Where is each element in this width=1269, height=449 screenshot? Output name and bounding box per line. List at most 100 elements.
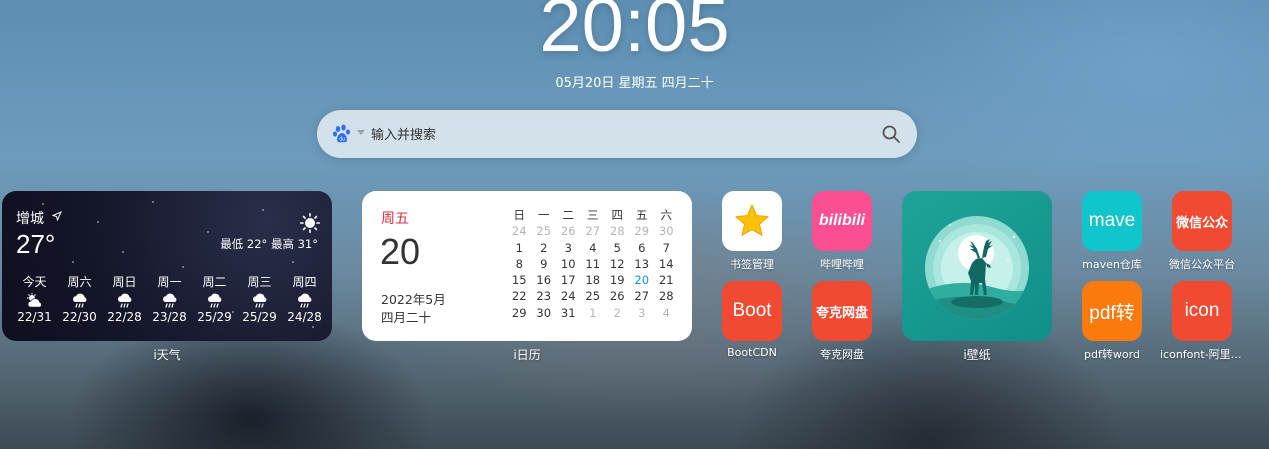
app-label[interactable]: pdf转word bbox=[1067, 346, 1157, 362]
calendar-month-grid: 日一二三四五六 24 25 26 27 28 29 30 1 2 3 4 5 6 7 8 9 10 11 12 13 14… bbox=[507, 207, 679, 321]
calendar-date-cell[interactable]: 29 bbox=[507, 305, 532, 321]
calendar-date-cell[interactable]: 22 bbox=[507, 288, 532, 304]
weather-widget[interactable]: 增城 27° 最低 22° 最高 31° 今天 22/31 周六 22/30 周日 22/… bbox=[2, 191, 332, 341]
calendar-header-row: 日一二三四五六 bbox=[507, 207, 679, 223]
forecast-temp: 24/28 bbox=[287, 310, 322, 324]
forecast-temp: 22/28 bbox=[107, 310, 142, 324]
calendar-date-cell[interactable]: 27 bbox=[630, 288, 655, 304]
calendar-date-cell[interactable]: 25 bbox=[532, 223, 557, 239]
app-label[interactable]: BootCDN bbox=[707, 346, 797, 359]
forecast-day: 周二 25/29 bbox=[192, 273, 237, 324]
forecast-temp: 22/30 bbox=[62, 310, 97, 324]
calendar-date-cell[interactable]: 6 bbox=[630, 240, 655, 256]
forecast-day-name: 周六 bbox=[67, 275, 92, 289]
app-tile-quark[interactable]: 夸克网盘 bbox=[812, 281, 872, 341]
calendar-date-cell[interactable]: 25 bbox=[581, 288, 606, 304]
app-label[interactable]: 微信公众平台 bbox=[1157, 256, 1247, 272]
calendar-date-cell[interactable]: 28 bbox=[654, 288, 679, 304]
calendar-weekday-header: 三 bbox=[587, 208, 599, 222]
app-tile-wechat[interactable]: 微信公众 bbox=[1172, 191, 1232, 251]
app-label[interactable]: 哔哩哔哩 bbox=[797, 256, 887, 272]
calendar-date-cell[interactable]: 10 bbox=[556, 256, 581, 272]
calendar-date-cell[interactable]: 19 bbox=[605, 272, 630, 288]
calendar-date-cell[interactable]: 24 bbox=[507, 223, 532, 239]
forecast-temp: 25/29 bbox=[242, 310, 277, 324]
calendar-date-cell[interactable]: 31 bbox=[556, 305, 581, 321]
forecast-day-name: 周一 bbox=[157, 275, 182, 289]
app-label[interactable]: 书签管理 bbox=[707, 256, 797, 272]
calendar-date-cell[interactable]: 17 bbox=[556, 272, 581, 288]
calendar-week-row: 24 25 26 27 28 29 30 bbox=[507, 223, 679, 239]
quark-icon: 夸克网盘 bbox=[815, 305, 868, 321]
calendar-date-cell[interactable]: 8 bbox=[507, 256, 532, 272]
baidu-paw-icon[interactable]: du bbox=[332, 124, 354, 144]
calendar-date-cell[interactable]: 1 bbox=[581, 305, 606, 321]
rain-icon bbox=[116, 293, 134, 309]
maven-icon: mave bbox=[1088, 210, 1136, 231]
calendar-date-cell[interactable]: 12 bbox=[605, 256, 630, 272]
calendar-widget-label[interactable]: i日历 bbox=[362, 346, 692, 363]
calendar-date-cell[interactable]: 3 bbox=[630, 305, 655, 321]
search-icon[interactable] bbox=[881, 124, 901, 144]
app-tile-star[interactable] bbox=[722, 191, 782, 251]
calendar-date-cell[interactable]: 18 bbox=[581, 272, 606, 288]
boot-icon: Boot bbox=[732, 300, 772, 321]
calendar-weekday-header: 五 bbox=[636, 208, 648, 222]
calendar-date-cell[interactable]: 4 bbox=[654, 305, 679, 321]
calendar-date-cell[interactable]: 23 bbox=[532, 288, 557, 304]
calendar-weekday-header: 日 bbox=[513, 208, 526, 222]
calendar-date-cell[interactable]: 26 bbox=[605, 288, 630, 304]
calendar-date-cell[interactable]: 9 bbox=[532, 256, 557, 272]
sunny-icon bbox=[300, 213, 320, 233]
forecast-day: 今天 22/31 bbox=[12, 273, 57, 324]
calendar-date-cell[interactable]: 2 bbox=[605, 305, 630, 321]
calendar-year-month: 2022年5月 bbox=[381, 292, 446, 307]
calendar-date-cell[interactable]: 21 bbox=[654, 272, 679, 288]
calendar-date-cell[interactable]: 2 bbox=[532, 240, 557, 256]
rain-icon bbox=[251, 293, 269, 309]
engine-dropdown-icon[interactable] bbox=[357, 130, 365, 135]
calendar-date-cell[interactable]: 5 bbox=[605, 240, 630, 256]
calendar-date-cell[interactable]: 29 bbox=[630, 223, 655, 239]
app-tile-maven[interactable]: mave bbox=[1082, 191, 1142, 251]
calendar-date-cell[interactable]: 26 bbox=[556, 223, 581, 239]
calendar-date-cell[interactable]: 30 bbox=[532, 305, 557, 321]
calendar-date-cell[interactable]: 27 bbox=[581, 223, 606, 239]
app-tile-pdf[interactable]: pdf转 bbox=[1082, 281, 1142, 341]
calendar-date-cell[interactable]: 3 bbox=[556, 240, 581, 256]
forecast-temp: 22/31 bbox=[17, 310, 52, 324]
calendar-date-cell[interactable]: 1 bbox=[507, 240, 532, 256]
calendar-date-cell[interactable]: 14 bbox=[654, 256, 679, 272]
calendar-today-cell[interactable]: 20 bbox=[630, 272, 655, 288]
app-tile-boot[interactable]: Boot bbox=[722, 281, 782, 341]
forecast-temp: 23/28 bbox=[152, 310, 187, 324]
calendar-weekday-header: 四 bbox=[611, 208, 624, 222]
app-label[interactable]: 夸克网盘 bbox=[797, 346, 887, 362]
forecast-day-name: 周日 bbox=[112, 275, 137, 289]
wallpaper-widget[interactable] bbox=[902, 191, 1052, 341]
calendar-weekday-header: 六 bbox=[660, 208, 673, 222]
calendar-date-cell[interactable]: 4 bbox=[581, 240, 606, 256]
search-input[interactable] bbox=[369, 120, 853, 150]
app-label[interactable]: maven仓库 bbox=[1067, 256, 1157, 272]
deer-moon-icon bbox=[925, 216, 1029, 320]
app-tile-bilibili[interactable]: bilibili bbox=[812, 191, 872, 251]
weather-widget-label[interactable]: i天气 bbox=[2, 346, 332, 363]
forecast-day: 周日 22/28 bbox=[102, 273, 147, 324]
calendar-date-cell[interactable]: 11 bbox=[581, 256, 606, 272]
calendar-date-cell[interactable]: 13 bbox=[630, 256, 655, 272]
wechat-icon: 微信公众 bbox=[1175, 215, 1228, 231]
app-tile-iconfont[interactable]: icon bbox=[1172, 281, 1232, 341]
calendar-date-cell[interactable]: 24 bbox=[556, 288, 581, 304]
search-bar[interactable]: du bbox=[317, 110, 917, 158]
calendar-date-cell[interactable]: 30 bbox=[654, 223, 679, 239]
calendar-date-cell[interactable]: 28 bbox=[605, 223, 630, 239]
app-label[interactable]: iconfont-阿里巴巴 bbox=[1160, 346, 1244, 362]
calendar-date-cell[interactable]: 15 bbox=[507, 272, 532, 288]
location-arrow-icon bbox=[52, 211, 62, 221]
calendar-widget[interactable]: 周五 20 2022年5月 四月二十 日一二三四五六 24 25 26 27 28 29 30… bbox=[362, 191, 692, 341]
calendar-date-cell[interactable]: 7 bbox=[654, 240, 679, 256]
wallpaper-widget-label[interactable]: i壁纸 bbox=[902, 346, 1052, 363]
forecast-day: 周四 24/28 bbox=[282, 273, 327, 324]
calendar-date-cell[interactable]: 16 bbox=[532, 272, 557, 288]
